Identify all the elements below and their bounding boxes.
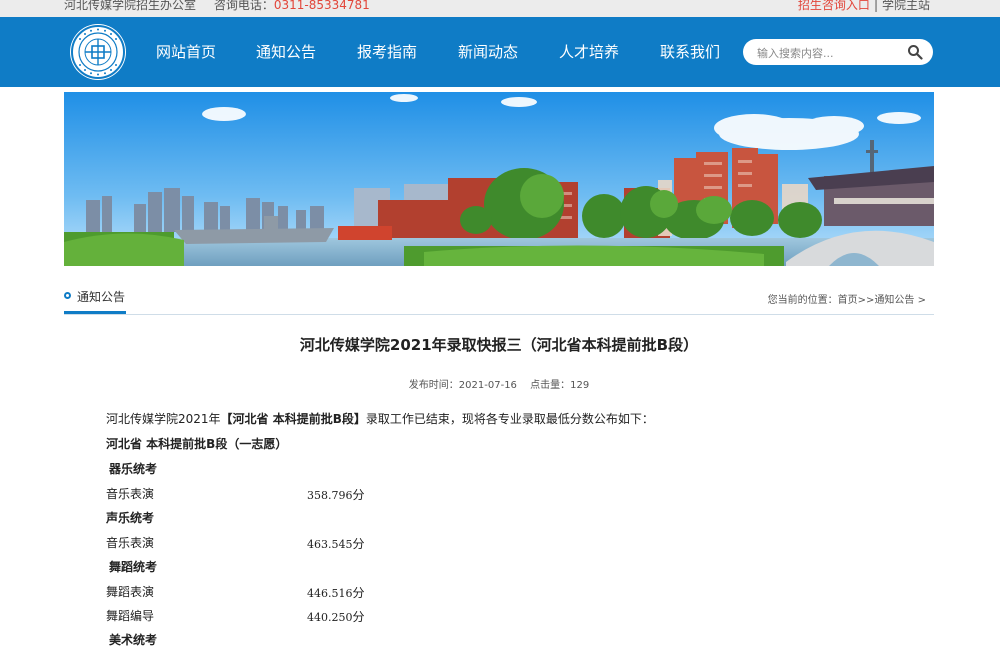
min-score: 463.545分 (307, 537, 365, 551)
nav-item-guide[interactable]: 报考指南 (357, 17, 417, 87)
hits-count: 129 (570, 380, 590, 391)
nav-item-notices[interactable]: 通知公告 (256, 17, 316, 87)
hits-label: 点击量： (530, 380, 571, 391)
main-site-link[interactable]: 学院主站 (882, 0, 930, 12)
top-strip-info: 河北传媒学院招生办公室 咨询电话：0311-85334781 (64, 0, 370, 12)
main-nav-bar: 网站首页 通知公告 报考指南 新闻动态 人才培养 联系我们 (0, 17, 1000, 87)
consult-label: 咨询电话： (213, 0, 274, 12)
article-intro: 河北传媒学院2021年【河北省 本科提前批B段】录取工作已结束，现将各专业录取最… (106, 410, 654, 427)
group-heading: 声乐统考 (106, 511, 155, 525)
top-strip-links: 招生咨询入口 | 学院主站 (798, 0, 930, 12)
section-title-underline (64, 311, 126, 314)
admission-consult-link[interactable]: 招生咨询入口 (798, 0, 870, 12)
top-strip: 河北传媒学院招生办公室 咨询电话：0311-85334781 招生咨询入口 | 学院… (0, 0, 1000, 17)
min-score: 440.250分 (307, 610, 365, 624)
article-title: 河北传媒学院2021年录取快报三（河北省本科提前批B段） (299, 336, 699, 354)
major-name: 舞蹈表演 (106, 585, 155, 599)
search-input[interactable] (755, 43, 909, 63)
breadcrumb-home[interactable]: 首页 (838, 295, 858, 306)
nav-item-contact[interactable]: 联系我们 (660, 17, 720, 87)
office-name: 河北传媒学院招生办公室 (64, 0, 197, 12)
group-heading: 舞蹈统考 (109, 560, 158, 574)
nav-item-talent[interactable]: 人才培养 (559, 17, 619, 87)
search-box (743, 39, 933, 65)
section-header: 通知公告 您当前的位置：首页>>通知公告 > (64, 284, 934, 315)
intro-bold: 【河北省 本科提前批B段】 (220, 412, 366, 426)
article-meta: 发布时间：2021-07-16 点击量：129 (64, 376, 934, 391)
section-bullet-icon (64, 292, 71, 299)
campus-scene-image (64, 92, 934, 266)
publish-date: 2021-07-16 (458, 380, 517, 391)
campus-banner-image (64, 92, 934, 266)
breadcrumb-separator: >> (857, 295, 875, 306)
group-heading: 美术统考 (109, 633, 158, 647)
college-seal-icon (71, 25, 125, 79)
batch-heading: 河北省 本科提前批B段（一志愿） (106, 437, 288, 451)
major-name: 舞蹈编导 (106, 609, 155, 623)
group-heading: 器乐统考 (109, 462, 158, 476)
college-logo[interactable] (70, 24, 126, 80)
min-score: 358.796分 (307, 488, 365, 502)
intro-pre: 河北传媒学院2021年 (106, 412, 221, 426)
major-name: 音乐表演 (106, 536, 155, 550)
consult-phone: 0311-85334781 (273, 0, 370, 12)
nav-item-news[interactable]: 新闻动态 (458, 17, 518, 87)
intro-post: 录取工作已结束，现将各专业录取最低分数公布如下： (365, 412, 654, 426)
nav-item-home[interactable]: 网站首页 (156, 17, 216, 87)
breadcrumb: 您当前的位置：首页>>通知公告 > (768, 291, 926, 306)
publish-label: 发布时间： (408, 380, 459, 391)
section-title: 通知公告 (77, 290, 126, 304)
breadcrumb-prefix: 您当前的位置： (767, 295, 838, 306)
major-name: 音乐表演 (106, 487, 155, 501)
link-separator: | (873, 0, 878, 12)
breadcrumb-current[interactable]: 通知公告 > (874, 295, 926, 306)
search-icon[interactable] (907, 44, 923, 60)
min-score: 446.516分 (307, 586, 365, 600)
